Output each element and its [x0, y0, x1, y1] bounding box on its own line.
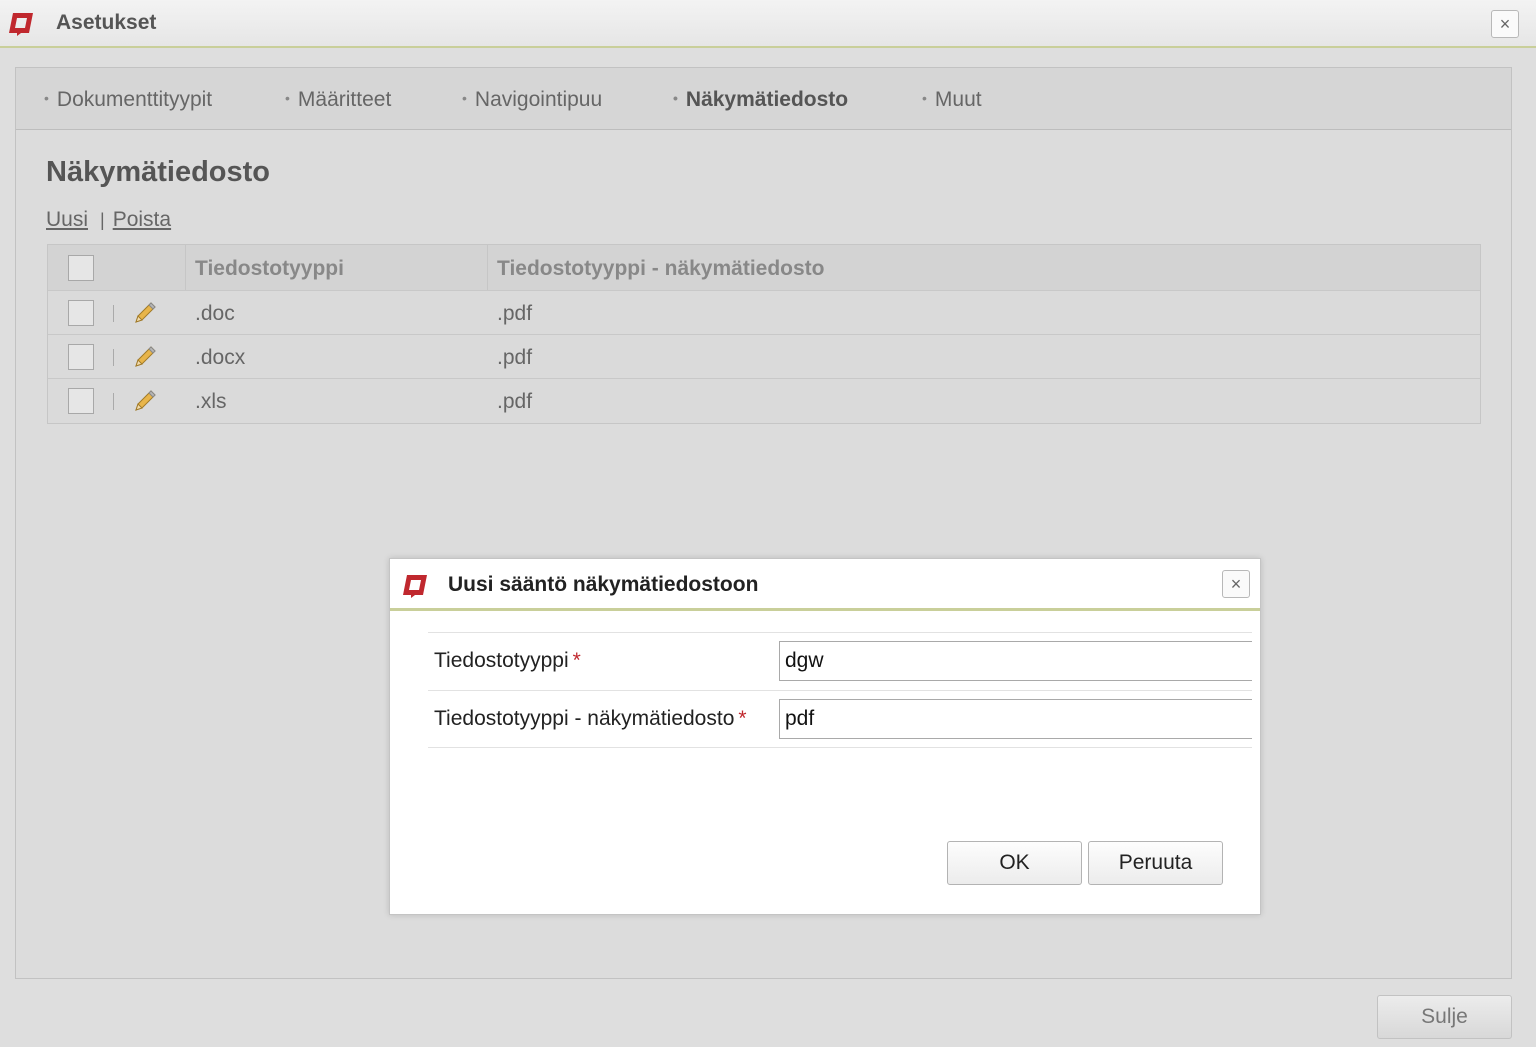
cell-view-file: .pdf — [497, 302, 533, 325]
tab-label: Näkymätiedosto — [685, 88, 849, 111]
cell-view-file: .pdf — [497, 390, 533, 413]
tab-view-file[interactable]: • Näkymätiedosto — [673, 88, 848, 112]
tab-bullet: • — [922, 90, 927, 106]
row-separator — [113, 305, 114, 322]
new-rule-dialog: Uusi sääntö näkymätiedostoon × Tiedostot… — [389, 558, 1261, 915]
table-header-row: Tiedostotyyppi Tiedostotyyppi - näkymäti… — [48, 245, 1480, 291]
tab-bullet: • — [285, 90, 290, 106]
new-link[interactable]: Uusi — [46, 208, 88, 231]
select-all-checkbox[interactable] — [68, 255, 94, 281]
ok-button[interactable]: OK — [947, 841, 1082, 885]
cell-file-type: .doc — [195, 302, 235, 325]
rule-form: Tiedostotyyppi* Tiedostotyyppi - näkymät… — [428, 632, 1252, 748]
cell-file-type: .docx — [195, 346, 246, 369]
row-checkbox[interactable] — [68, 300, 94, 326]
tab-bullet: • — [462, 90, 467, 106]
tab-bar: • Dokumenttityypit • Määritteet • Navigoint… — [16, 68, 1511, 130]
row-separator — [113, 393, 114, 410]
column-header-file-type[interactable]: Tiedostotyyppi — [195, 257, 344, 281]
file-type-label: Tiedostotyyppi * — [434, 649, 581, 673]
table-row[interactable]: .xls .pdf — [48, 379, 1480, 423]
pencil-icon[interactable] — [132, 388, 158, 414]
file-type-input[interactable] — [779, 641, 1252, 681]
dialog-titlebar: Uusi sääntö näkymätiedostoon × — [390, 559, 1260, 611]
tab-navigation-tree[interactable]: • Navigointipuu — [462, 88, 602, 112]
view-file-table: Tiedostotyyppi Tiedostotyyppi - näkymäti… — [47, 244, 1481, 424]
cell-view-file: .pdf — [497, 346, 533, 369]
dialog-title: Uusi sääntö näkymätiedostoon — [448, 573, 759, 596]
window-titlebar: Asetukset × — [0, 0, 1536, 48]
pencil-icon[interactable] — [132, 300, 158, 326]
row-separator — [113, 349, 114, 366]
required-marker: * — [572, 649, 581, 672]
view-file-input[interactable] — [779, 699, 1252, 739]
form-row-view-file: Tiedostotyyppi - näkymätiedosto * — [428, 690, 1252, 748]
action-links: Uusi | Poista — [46, 208, 171, 232]
row-checkbox[interactable] — [68, 344, 94, 370]
tab-label: Dokumenttityypit — [56, 88, 213, 111]
form-row-file-type: Tiedostotyyppi * — [428, 632, 1252, 690]
close-window-button[interactable]: Sulje — [1377, 995, 1512, 1039]
close-icon: × — [1230, 573, 1242, 594]
tab-document-types[interactable]: • Dokumenttityypit — [44, 88, 212, 112]
tab-attributes[interactable]: • Määritteet — [285, 88, 391, 112]
tab-other[interactable]: • Muut — [922, 88, 982, 112]
tab-label: Muut — [934, 88, 982, 111]
window-title: Asetukset — [56, 11, 157, 34]
column-divider — [185, 245, 186, 290]
column-divider — [487, 245, 488, 290]
page-title: Näkymätiedosto — [46, 156, 271, 188]
app-logo-icon — [9, 13, 33, 36]
file-type-label-text: Tiedostotyyppi — [434, 649, 569, 672]
tab-label: Navigointipuu — [474, 88, 603, 111]
dialog-close-button[interactable]: × — [1222, 570, 1250, 598]
tab-bullet: • — [44, 90, 49, 106]
tab-label: Määritteet — [297, 88, 392, 111]
tab-bullet: • — [673, 90, 678, 106]
view-file-label-text: Tiedostotyyppi - näkymätiedosto — [434, 707, 735, 730]
pencil-icon[interactable] — [132, 344, 158, 370]
required-marker: * — [738, 707, 747, 730]
window-close-button[interactable]: × — [1491, 10, 1519, 38]
link-separator: | — [100, 210, 105, 230]
view-file-label: Tiedostotyyppi - näkymätiedosto * — [434, 707, 747, 731]
app-logo-icon — [403, 575, 427, 598]
row-checkbox[interactable] — [68, 388, 94, 414]
close-icon: × — [1499, 13, 1511, 34]
cancel-button[interactable]: Peruuta — [1088, 841, 1223, 885]
table-row[interactable]: .doc .pdf — [48, 291, 1480, 335]
column-header-view-file[interactable]: Tiedostotyyppi - näkymätiedosto — [497, 257, 825, 281]
delete-link[interactable]: Poista — [113, 208, 171, 231]
cell-file-type: .xls — [195, 390, 227, 413]
table-row[interactable]: .docx .pdf — [48, 335, 1480, 379]
